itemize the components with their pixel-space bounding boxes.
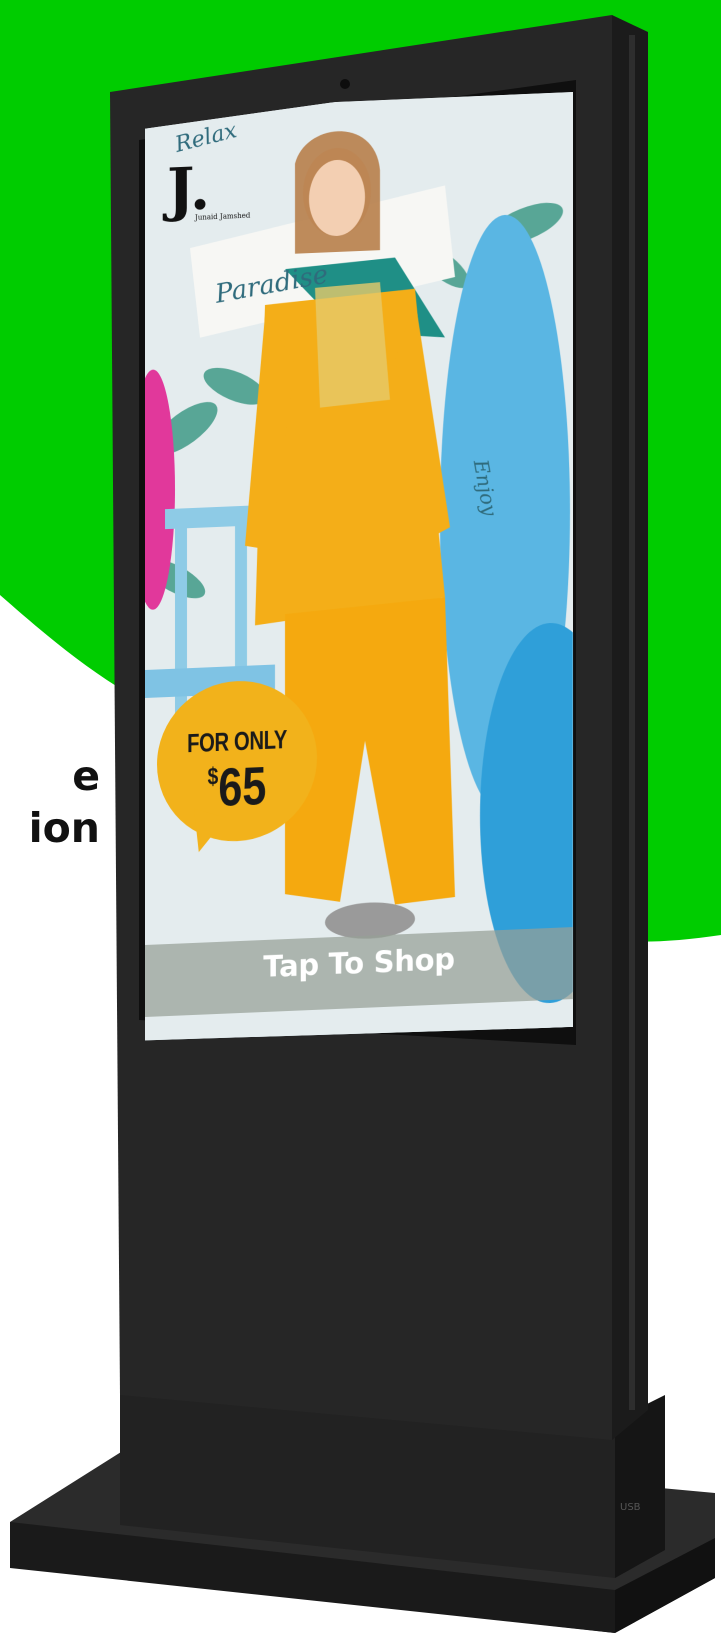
brand-logo: J. xyxy=(167,154,211,225)
price-amount: $65 xyxy=(173,753,301,820)
port-label: USB xyxy=(620,1502,641,1513)
price-value: 65 xyxy=(218,755,267,818)
ad-scene xyxy=(145,92,573,1045)
camera-lens-icon xyxy=(340,79,350,89)
kiosk-screen[interactable]: J. Junaid Jamshed Relax Paradise Enjoy F… xyxy=(145,92,573,1045)
price-currency: $ xyxy=(207,762,219,791)
